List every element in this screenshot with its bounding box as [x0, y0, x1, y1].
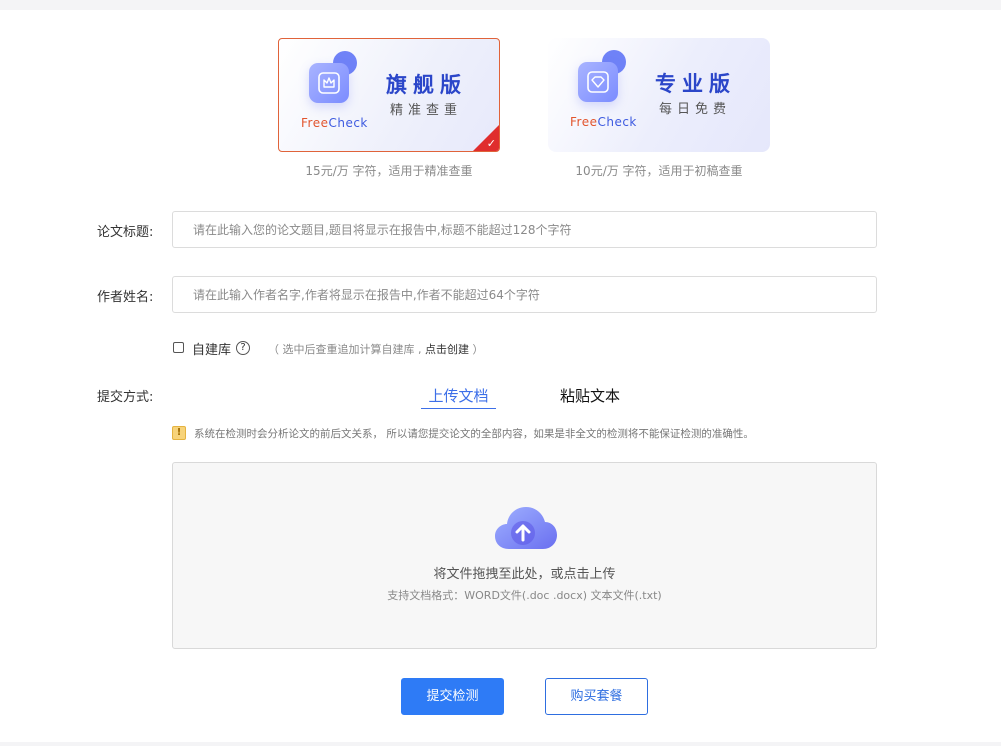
tab-upload-document[interactable]: 上传文档: [421, 385, 496, 409]
check-icon: ✓: [486, 137, 496, 150]
plan-subtitle: 每日免费: [659, 102, 732, 117]
brand-check: Check: [597, 115, 637, 129]
title-label: 论文标题:: [97, 225, 154, 240]
page-container: 旗舰版 精准查重 FreeCheck ✓ 15元/万 字符，适用于精准查重 专业…: [0, 10, 1001, 742]
upload-dropzone[interactable]: 将文件拖拽至此处，或点击上传 支持文档格式：WORD文件(.doc .docx)…: [172, 462, 877, 649]
brand-free: Free: [301, 116, 329, 130]
warning-icon: !: [172, 426, 186, 440]
upload-instruction: 将文件拖拽至此处，或点击上传: [433, 567, 616, 582]
self-library-checkbox[interactable]: [173, 342, 184, 353]
brand-check: Check: [328, 116, 368, 130]
diamond-badge-icon: [578, 62, 618, 102]
plan-name: 专业版: [655, 72, 736, 96]
upload-supported-formats: 支持文档格式：WORD文件(.doc .docx) 文本文件(.txt): [387, 589, 662, 602]
hint-suffix: ）: [469, 343, 484, 356]
brand-free: Free: [570, 115, 598, 129]
hint-prefix: （ 选中后查重追加计算自建库 ,: [268, 343, 425, 356]
plan-caption-pro: 10元/万 字符，适用于初稿查重: [575, 164, 743, 178]
author-input[interactable]: [172, 276, 877, 313]
submit-method-label: 提交方式:: [97, 390, 154, 405]
create-library-link[interactable]: 点击创建: [425, 343, 469, 356]
tab-paste-text[interactable]: 粘贴文本: [560, 385, 620, 406]
self-library-hint: （ 选中后查重追加计算自建库 , 点击创建 ）: [268, 341, 484, 357]
plan-card-flagship[interactable]: 旗舰版 精准查重 FreeCheck ✓: [278, 38, 500, 152]
buy-package-button[interactable]: 购买套餐: [545, 678, 648, 715]
help-icon[interactable]: ?: [236, 341, 250, 355]
plan-name: 旗舰版: [386, 73, 467, 97]
submit-check-button[interactable]: 提交检测: [401, 678, 504, 715]
warning-text: 系统在检测时会分析论文的前后文关系， 所以请您提交论文的全部内容，如果是非全文的…: [194, 428, 754, 440]
cloud-upload-icon: [495, 507, 557, 549]
title-input[interactable]: [172, 211, 877, 248]
author-label: 作者姓名:: [97, 290, 154, 305]
brand-logo: FreeCheck: [570, 115, 637, 129]
crown-badge-icon: [309, 63, 349, 103]
plan-subtitle: 精准查重: [390, 103, 463, 118]
self-library-label[interactable]: 自建库: [192, 339, 231, 358]
plan-caption-flagship: 15元/万 字符，适用于精准查重: [305, 164, 473, 178]
plan-card-pro[interactable]: 专业版 每日免费 FreeCheck: [548, 38, 770, 152]
brand-logo: FreeCheck: [301, 116, 368, 130]
